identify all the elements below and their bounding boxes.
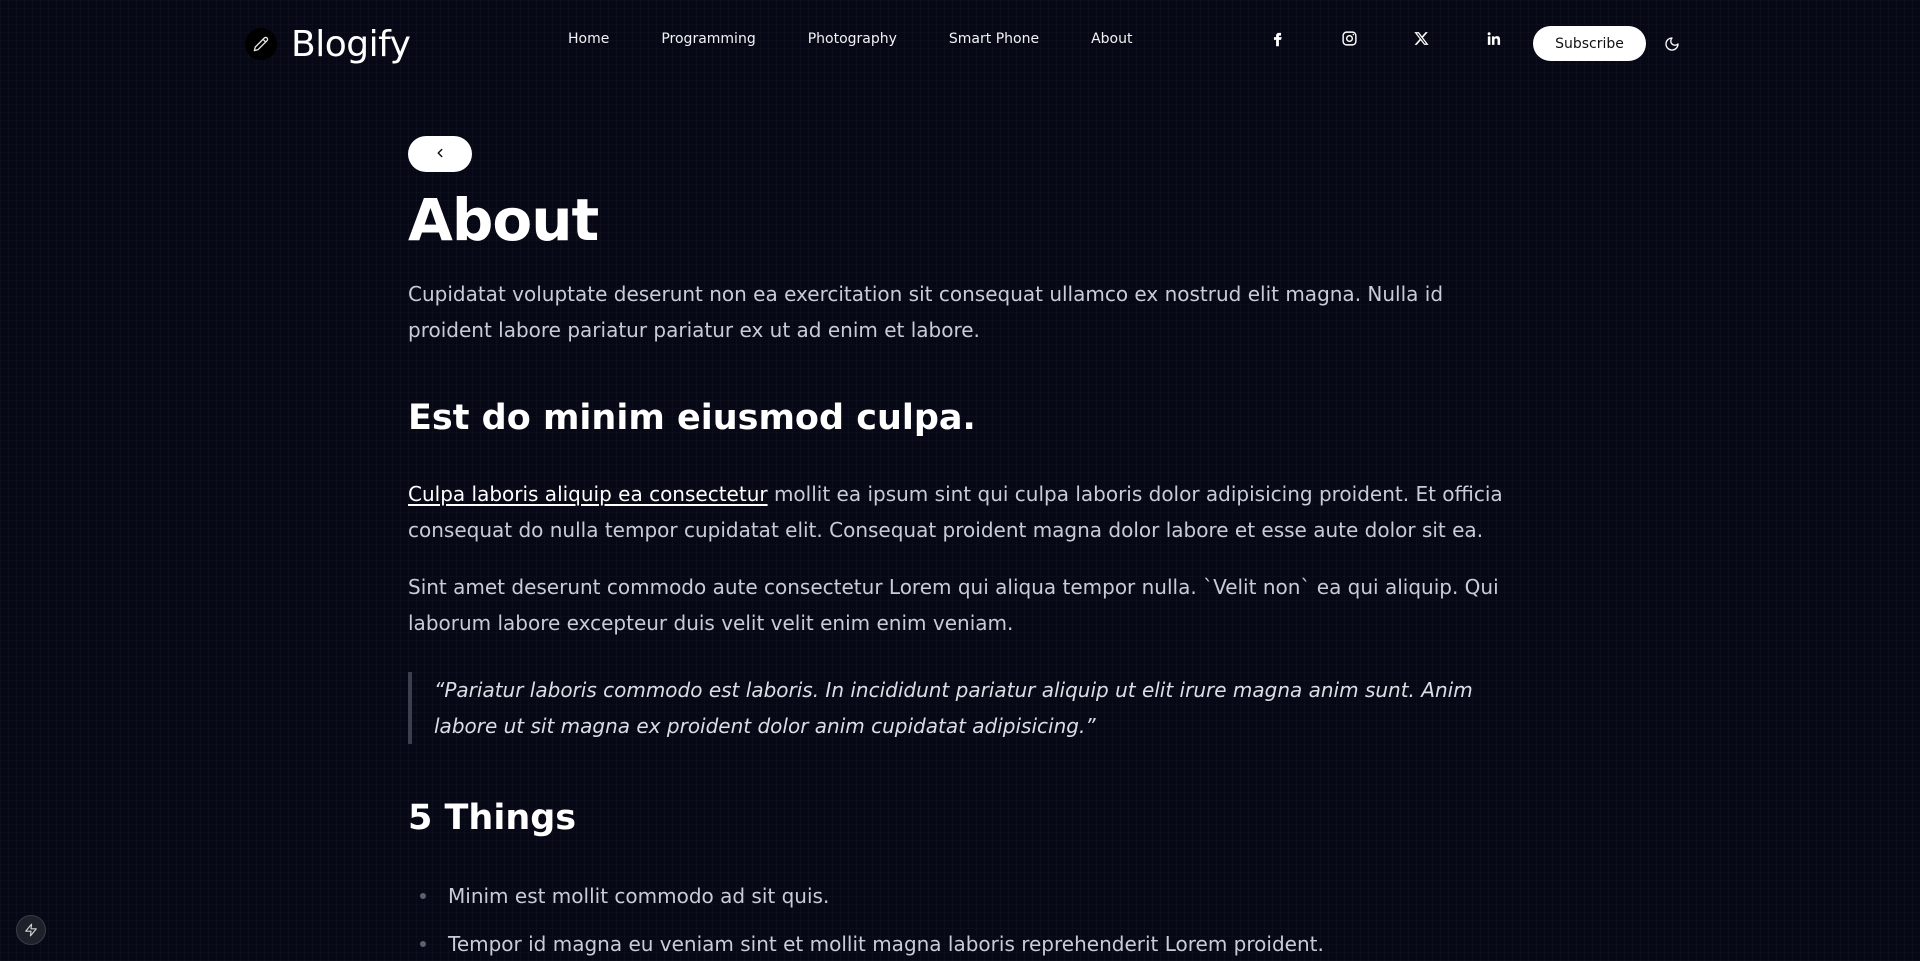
brand-name: Blogify — [291, 23, 411, 65]
inline-link[interactable]: Culpa laboris aliquip ea consectetur — [408, 482, 768, 506]
brand[interactable]: Blogify — [245, 23, 411, 65]
main-nav: Home Programming Photography Smart Phone… — [568, 31, 1184, 47]
bullet-icon — [420, 893, 426, 899]
nav-home[interactable]: Home — [568, 31, 609, 47]
social-links — [1265, 26, 1553, 50]
section-heading: Est do minim eiusmod culpa. — [408, 398, 976, 438]
bullet-icon — [420, 941, 426, 947]
paragraph-1: Culpa laboris aliquip ea consectetur mol… — [408, 476, 1513, 548]
nav-programming[interactable]: Programming — [661, 31, 755, 47]
nav-smart-phone[interactable]: Smart Phone — [949, 31, 1039, 47]
paragraph-2: Sint amet deserunt commodo aute consecte… — [408, 575, 1499, 635]
linkedin-icon[interactable] — [1481, 26, 1505, 50]
pencil-icon — [245, 28, 277, 60]
intro-paragraph: Cupidatat voluptate deserunt non ea exer… — [408, 282, 1444, 342]
moon-icon[interactable] — [1662, 34, 1682, 54]
chevron-left-icon — [433, 146, 447, 163]
facebook-icon[interactable] — [1265, 26, 1289, 50]
nav-photography[interactable]: Photography — [808, 31, 897, 47]
page-title: About — [408, 186, 599, 254]
instagram-icon[interactable] — [1337, 26, 1361, 50]
things-list: Minim est mollit commodo ad sit quis. Te… — [408, 872, 1324, 961]
lightning-icon[interactable] — [16, 915, 46, 945]
nav-about[interactable]: About — [1091, 31, 1132, 47]
back-button[interactable] — [408, 136, 472, 172]
list-item: Tempor id magna eu veniam sint et mollit… — [408, 920, 1324, 961]
blockquote: “Pariatur laboris commodo est laboris. I… — [408, 672, 1508, 744]
site-header: Blogify Home Programming Photography Sma… — [0, 0, 1920, 88]
subscribe-button[interactable]: Subscribe — [1533, 26, 1646, 61]
list-heading: 5 Things — [408, 798, 577, 838]
list-item: Minim est mollit commodo ad sit quis. — [408, 872, 1324, 920]
x-icon[interactable] — [1409, 26, 1433, 50]
